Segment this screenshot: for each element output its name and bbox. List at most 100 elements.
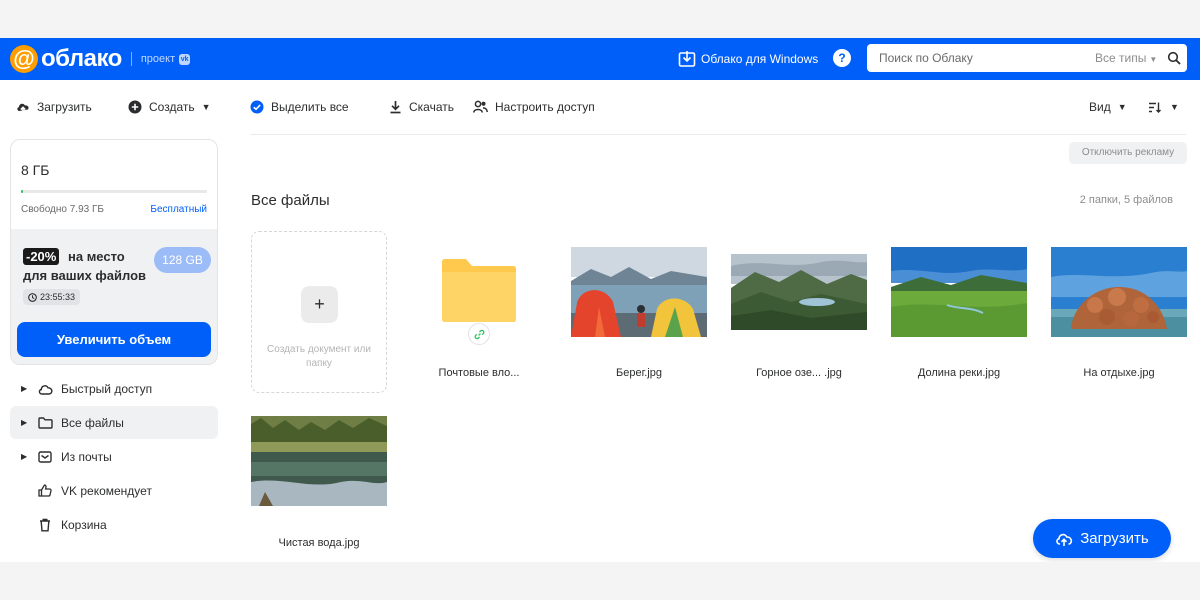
shared-link-icon[interactable] [468, 323, 490, 345]
toolbar-divider [250, 134, 1186, 135]
logo-text: облако [41, 45, 122, 72]
promo-size-badge: 128 GB [154, 247, 211, 273]
folder-icon [442, 259, 516, 322]
image-thumbnail [891, 247, 1027, 337]
trash-icon [37, 517, 53, 533]
select-all-button[interactable]: Выделить все [250, 100, 349, 114]
expand-arrow-icon[interactable]: ▶ [21, 418, 31, 427]
caret-down-icon: ▼ [201, 102, 211, 112]
sidebar-item-label: Быстрый доступ [61, 381, 153, 396]
sidebar-item-quick-access[interactable]: ▶ Быстрый доступ [10, 372, 218, 405]
select-all-label: Выделить все [271, 100, 349, 114]
thumbs-up-icon [37, 483, 53, 499]
sidebar-item-from-mail[interactable]: ▶ Из почты [10, 440, 218, 473]
sidebar-item-label: VK рекомендует [61, 483, 152, 498]
file-tile-on-vacation[interactable]: На отдыхе.jpg [1051, 231, 1187, 391]
create-tile-label: Создать документ или папку [267, 344, 371, 369]
upload-cloud-icon [17, 103, 29, 113]
promo-line2: для ваших файлов [23, 268, 147, 283]
download-button[interactable]: Скачать [389, 100, 454, 114]
search-icon[interactable] [1167, 51, 1181, 65]
promo-timer: 23:55:33 [23, 289, 81, 305]
help-icon[interactable]: ? [833, 49, 851, 67]
users-icon [473, 100, 488, 113]
logo-separator [130, 52, 132, 66]
file-name: Почтовые вло... [438, 367, 520, 379]
cloud-app: @ облако проект vk Облако для Windows ? … [0, 38, 1200, 562]
increase-storage-button[interactable]: Увеличить объем [17, 322, 211, 357]
file-name: Берег.jpg [616, 367, 662, 379]
file-tile-river-valley[interactable]: Долина реки.jpg [891, 231, 1027, 391]
file-name: На отдыхе.jpg [1083, 367, 1155, 379]
image-thumbnail [1051, 247, 1187, 337]
logo[interactable]: @ облако проект vk [10, 44, 191, 74]
storage-free: Свободно 7.93 ГБ [21, 204, 104, 215]
promo-timer-text: 23:55:33 [40, 292, 76, 302]
expand-arrow-icon[interactable]: ▶ [21, 384, 31, 393]
storage-card: 8 ГБ Свободно 7.93 ГБ Бесплатный -20% на… [10, 139, 218, 365]
sort-icon [1149, 102, 1161, 113]
file-tile-mail-attachments[interactable]: Почтовые вло... [411, 231, 547, 391]
plus-icon: + [301, 286, 338, 323]
download-app-icon [678, 51, 696, 67]
caret-down-icon: ▼ [1170, 102, 1179, 112]
vk-icon: vk [179, 53, 191, 65]
share-access-button[interactable]: Настроить доступ [473, 100, 595, 114]
sidebar-item-vk-recommends[interactable]: VK рекомендует [10, 474, 218, 507]
create-document-tile[interactable]: + Создать документ или папку [251, 231, 387, 393]
sidebar-item-label: Корзина [61, 517, 107, 532]
clock-icon [28, 292, 37, 302]
storage-plan-link[interactable]: Бесплатный [150, 204, 207, 215]
top-header: @ облако проект vk Облако для Windows ? … [0, 38, 1200, 80]
items-count: 2 папки, 5 файлов [1079, 194, 1173, 206]
promo-block: -20% на место для ваших файлов 128 GB 23… [11, 229, 217, 364]
file-tile-mountain-lake[interactable]: Горное озе... .jpg [731, 231, 867, 391]
plus-circle-icon [128, 100, 142, 114]
search-input[interactable]: Поиск по Облаку [879, 51, 973, 65]
storage-total: 8 ГБ [21, 162, 50, 178]
sidebar-item-label: Все файлы [61, 415, 124, 430]
share-access-label: Настроить доступ [495, 100, 595, 114]
create-button[interactable]: Создать ▼ [128, 100, 211, 114]
file-name: Долина реки.jpg [917, 367, 1001, 379]
expand-arrow-icon[interactable]: ▶ [21, 452, 31, 461]
sidebar-item-trash[interactable]: Корзина [10, 508, 218, 541]
folder-icon [37, 415, 53, 431]
image-thumbnail [251, 416, 387, 506]
search-box[interactable]: Поиск по Облаку Все типы ▼ [867, 44, 1187, 72]
caret-down-icon: ▼ [1149, 55, 1158, 64]
sidebar-item-all-files[interactable]: ▶ Все файлы [10, 406, 218, 439]
page-title: Все файлы [251, 192, 330, 209]
mail-icon [37, 449, 53, 465]
disable-ads-button[interactable]: Отключить рекламу [1069, 142, 1187, 164]
storage-progress-fill [21, 190, 23, 193]
upload-fab-button[interactable]: Загрузить [1033, 519, 1171, 558]
windows-app-link[interactable]: Облако для Windows [678, 49, 818, 69]
caret-down-icon: ▼ [1117, 102, 1127, 112]
check-circle-icon [250, 100, 264, 114]
upload-fab-label: Загрузить [1080, 530, 1149, 547]
view-label: Вид [1089, 100, 1111, 114]
file-tile-clean-water[interactable]: Чистая вода.jpg [251, 416, 387, 556]
promo-discount-badge: -20% [23, 248, 60, 265]
upload-cloud-icon [1056, 533, 1073, 546]
cloud-icon [37, 381, 53, 397]
download-label: Скачать [409, 100, 454, 114]
download-icon [390, 101, 401, 114]
upload-button[interactable]: Загрузить [16, 100, 92, 114]
promo-line1: на место [68, 249, 125, 264]
file-name: Чистая вода.jpg [278, 537, 360, 549]
create-label: Создать [149, 100, 195, 114]
sort-dropdown[interactable]: ▼ [1148, 100, 1179, 114]
sidebar-item-label: Из почты [61, 449, 112, 464]
file-tile-bereg[interactable]: Берег.jpg [571, 231, 707, 391]
search-types-label: Все типы [1095, 51, 1147, 65]
file-name: Горное озе... .jpg [756, 367, 842, 379]
image-thumbnail [571, 247, 707, 337]
windows-link-text: Облако для Windows [701, 52, 819, 66]
storage-progress-bar [21, 190, 207, 193]
upload-label: Загрузить [37, 100, 92, 114]
search-types-dropdown[interactable]: Все типы ▼ [1095, 51, 1157, 65]
image-thumbnail [731, 254, 867, 330]
view-dropdown[interactable]: Вид ▼ [1089, 100, 1127, 114]
